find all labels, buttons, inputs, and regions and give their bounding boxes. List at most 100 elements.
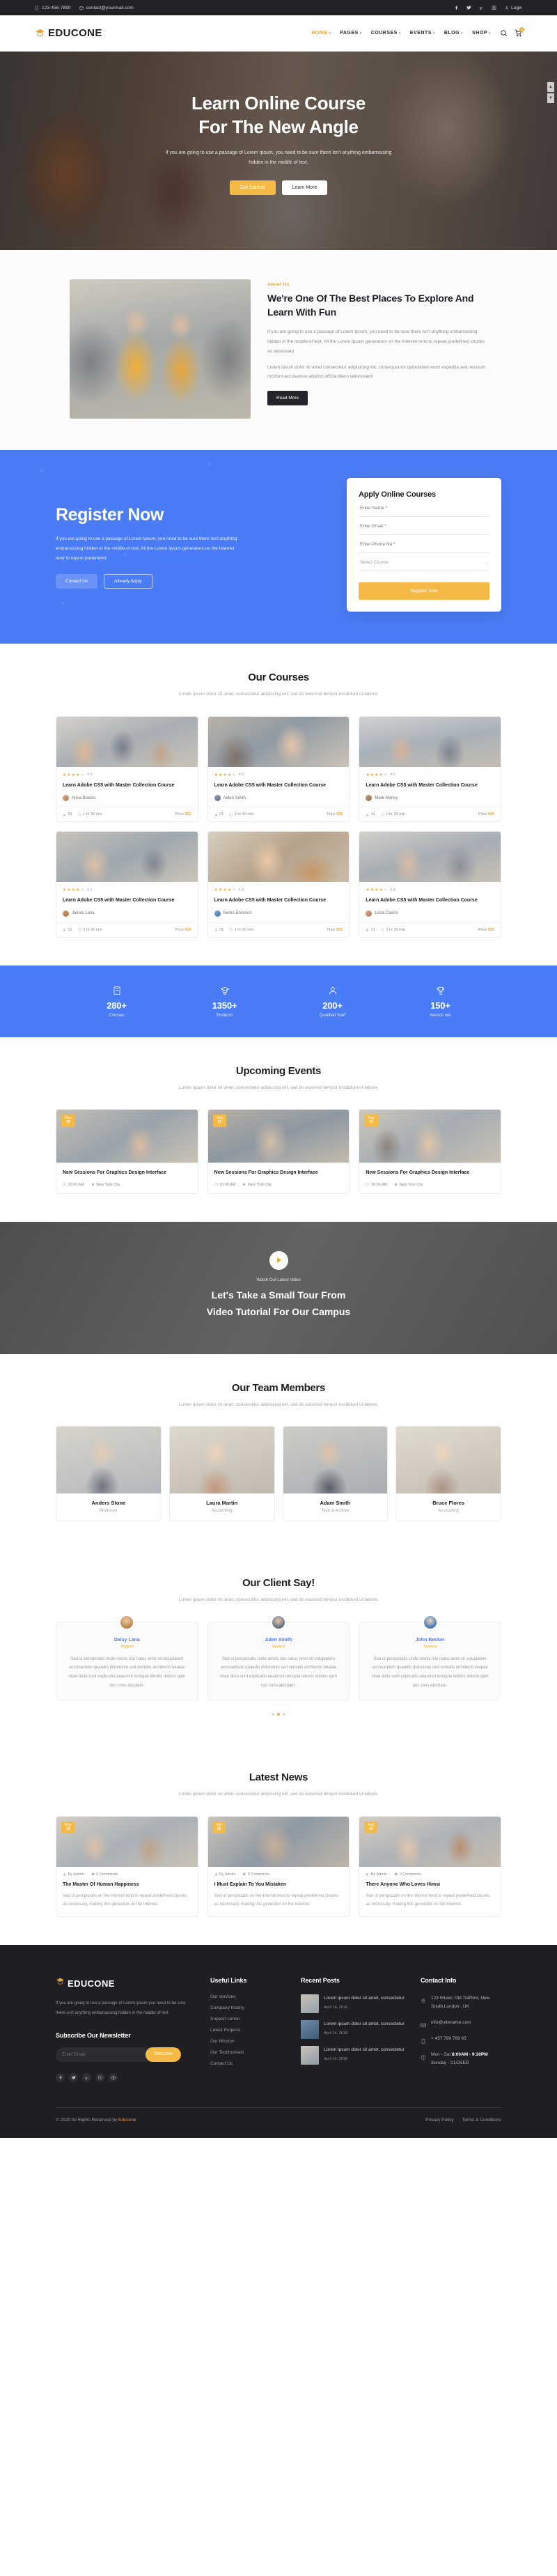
footer-recent-post[interactable]: Lorem ipsum dolor sit amet, consectetur … — [301, 2020, 405, 2040]
phone-icon — [421, 2035, 426, 2044]
news-title: I Must Explain To You Mistaken — [214, 1881, 287, 1887]
facebook-icon[interactable] — [454, 5, 459, 10]
news-card[interactable]: Jun 02 By Admin 0 Comments I Must Explain… — [207, 1815, 350, 1918]
site-logo[interactable]: EDUCONE — [35, 27, 102, 39]
search-icon[interactable] — [500, 29, 508, 37]
pagination-dot[interactable] — [277, 1713, 280, 1716]
testimonial-text: Sed ut perspiciatis unde omnis iste natu… — [371, 1656, 489, 1688]
footer-link[interactable]: Our services — [210, 1994, 285, 1999]
nav-item-home[interactable]: HOME ▾ — [311, 31, 331, 36]
courses-section: Our Courses Lorem ipsum dolor sit amet, … — [0, 644, 557, 965]
nav-item-blog[interactable]: BLOG ▾ — [444, 31, 463, 36]
course-card[interactable]: ★ ★ ★ ★ ★ 4.0 Learn Adobe CS5 with Master Col… — [359, 831, 501, 938]
event-card[interactable]: May 10 New Sessions For Graphics Design I… — [56, 1109, 198, 1194]
team-member-role: Tech & Archive — [321, 1509, 350, 1514]
course-author: James Lana — [63, 910, 191, 922]
newsletter-subscribe-button[interactable]: Subscribe — [146, 2047, 181, 2062]
hero-learn-more-button[interactable]: Learn More — [281, 180, 328, 195]
event-card[interactable]: May 12 New Sessions For Graphics Design I… — [207, 1109, 350, 1194]
team-member-card[interactable]: Laura Martin Accounting — [168, 1426, 275, 1522]
course-image — [359, 832, 501, 883]
event-card[interactable]: May 15 New Sessions For Graphics Design I… — [359, 1109, 501, 1194]
email-input[interactable] — [359, 517, 489, 535]
google-plus-icon[interactable]: g + — [479, 5, 484, 10]
footer-link[interactable]: Company history — [210, 2005, 285, 2010]
register-submit-button[interactable]: Register Now — [359, 582, 489, 600]
footer-logo[interactable]: EDUCONE — [56, 1977, 195, 1989]
course-card[interactable]: ★ ★ ★ ★ ★ 4.0 Learn Adobe CS5 with Master Col… — [207, 715, 350, 823]
event-day: 15 — [369, 1120, 373, 1125]
logo-text: EDUCONE — [48, 27, 102, 39]
hero-slider-down-arrow[interactable]: ▼ — [547, 93, 554, 103]
testimonial-name: John Becker — [415, 1637, 445, 1643]
footer-legal-link[interactable]: Terms & Conditions — [462, 2118, 501, 2123]
course-price: Price $40 — [478, 812, 494, 817]
footer-link[interactable]: Latest Projects — [210, 2028, 285, 2033]
login-button[interactable]: Login — [505, 6, 522, 10]
footer-link[interactable]: Contact Us — [210, 2061, 285, 2066]
about-read-more-button[interactable]: Read More — [267, 391, 308, 406]
course-author: Anna Brooks — [63, 795, 191, 807]
nav-item-events[interactable]: EVENTS ▾ — [410, 31, 435, 36]
star-icon: ★ — [379, 773, 383, 777]
course-card[interactable]: ★ ★ ★ ★ ★ 4.0 Learn Adobe CS5 with Master Col… — [359, 715, 501, 823]
star-icon: ★ — [63, 888, 67, 893]
hero-get-started-button[interactable]: Get Started — [229, 180, 276, 195]
topbar-email[interactable]: contact@yourmail.com — [79, 6, 134, 10]
team-member-card[interactable]: Anders Stone Professor — [56, 1426, 162, 1522]
contact-us-button[interactable]: Contact Us — [56, 573, 98, 589]
pagination-dot[interactable] — [283, 1713, 285, 1716]
stat-item: 150+ Awards win — [386, 985, 494, 1018]
name-input[interactable] — [359, 499, 489, 517]
youtube-icon[interactable] — [95, 2072, 104, 2082]
clock-icon — [229, 812, 233, 816]
instagram-icon[interactable] — [109, 2072, 118, 2082]
twitter-icon[interactable] — [69, 2072, 78, 2082]
nav-item-courses[interactable]: COURSES ▾ — [371, 31, 401, 36]
footer-recent-post[interactable]: Lorem ipsum dolor sit amet, consectetur … — [301, 1994, 405, 2014]
team-member-card[interactable]: Bruce Flores Accounting — [395, 1426, 501, 1522]
hero-slider-up-arrow[interactable]: ▲ — [547, 82, 554, 92]
course-select[interactable]: Select Course ⌄ — [359, 553, 489, 571]
google-plus-icon[interactable]: g + — [82, 2072, 91, 2082]
facebook-icon[interactable] — [56, 2072, 65, 2082]
contact-phone[interactable]: + 457 789 789 65 — [421, 2035, 501, 2044]
topbar-phone[interactable]: 123-456-7890 — [35, 6, 71, 10]
news-card[interactable]: May 10 By Admin 0 Comments The Master Of … — [56, 1815, 198, 1918]
phone-input[interactable] — [359, 535, 489, 553]
cart-icon[interactable]: 0 — [515, 27, 524, 37]
play-button-icon[interactable] — [269, 1250, 288, 1270]
hero-subtitle: If you are going to use a passage of Lor… — [165, 150, 392, 166]
recent-posts-list: Lorem ipsum dolor sit amet, consectetur … — [301, 1994, 405, 2065]
twitter-icon[interactable] — [466, 5, 471, 10]
course-card[interactable]: ★ ★ ★ ★ ★ 4.0 Learn Adobe CS5 with Master Col… — [56, 715, 198, 823]
contact-email[interactable]: info@sitename.com — [421, 2019, 501, 2028]
team-member-card[interactable]: Adam Smith Tech & Archive — [282, 1426, 389, 1522]
team-member-name: Laura Martin — [206, 1500, 238, 1507]
hero-title: Learn Online Course For The New Angle — [0, 92, 557, 139]
footer-recent-post[interactable]: Lorem ipsum dolor sit amet, consectetur … — [301, 2046, 405, 2065]
footer-link[interactable]: Support center — [210, 2017, 285, 2022]
footer-link[interactable]: Our Mission — [210, 2039, 285, 2044]
news-card[interactable]: Aug 30 By Admin 0 Comments There Anyone W… — [359, 1815, 501, 1918]
team-member-photo — [283, 1427, 388, 1494]
clock-icon — [381, 812, 384, 816]
pagination-dot[interactable] — [272, 1713, 274, 1716]
footer-link[interactable]: Our Testimonials — [210, 2050, 285, 2055]
star-icon: ★ — [67, 773, 71, 777]
news-section: Latest News Lorem ipsum dolor sit amet, … — [0, 1744, 557, 1945]
nav-item-shop[interactable]: SHOP ▾ — [472, 31, 491, 36]
footer-legal-link[interactable]: Privacy Policy — [425, 2118, 453, 2123]
course-card[interactable]: ★ ★ ★ ★ ★ 4.0 Learn Adobe CS5 with Master Col… — [207, 831, 350, 938]
newsletter-email-input[interactable] — [56, 2051, 146, 2057]
staff-icon — [278, 985, 386, 996]
chevron-down-icon: ▾ — [488, 31, 491, 36]
hours-sunday: Sunday - CLOSED — [431, 2061, 469, 2066]
instagram-icon[interactable] — [492, 5, 496, 10]
svg-text:g: g — [480, 6, 482, 10]
course-card[interactable]: ★ ★ ★ ★ ★ 4.0 Learn Adobe CS5 with Master Col… — [56, 831, 198, 938]
nav-item-pages[interactable]: PAGES ▾ — [340, 31, 362, 36]
cart-badge: 0 — [519, 27, 524, 32]
already-apply-button[interactable]: Already Apply — [104, 573, 152, 589]
graduation-cap-icon — [56, 1977, 65, 1989]
